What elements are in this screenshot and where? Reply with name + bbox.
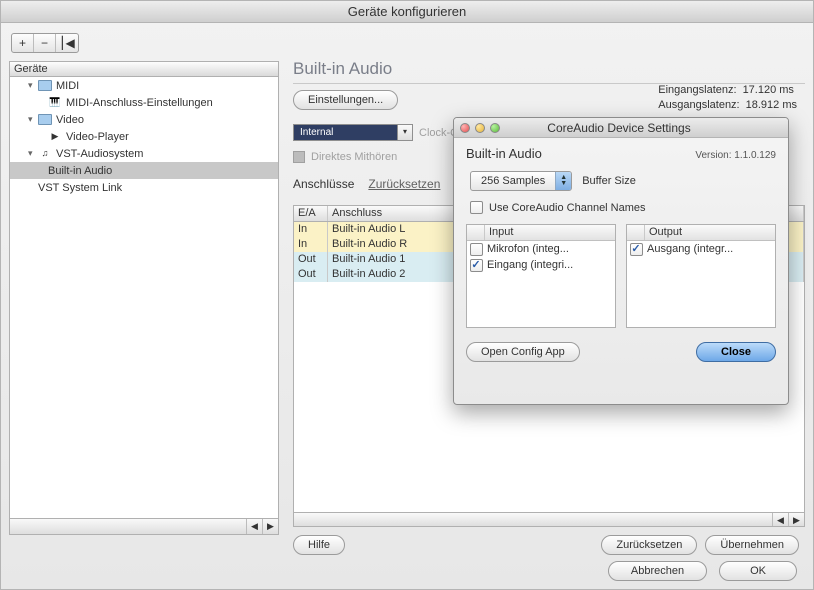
dialog-subtitle: Built-in Audio: [466, 146, 542, 161]
output-latency-label: Ausgangslatenz:: [658, 98, 739, 113]
input-item[interactable]: Eingang (integri...: [467, 257, 615, 273]
output-item[interactable]: Ausgang (integr...: [627, 241, 775, 257]
sidebar-header: Geräte: [9, 61, 279, 77]
main-window: Geräte konfigurieren + − ⎮◀ Geräte ▾MIDI…: [0, 0, 814, 590]
tree-item-vst-audio[interactable]: ▾♫VST-Audiosystem: [10, 145, 278, 162]
zoom-window-icon[interactable]: [490, 123, 500, 133]
rewind-button[interactable]: ⎮◀: [56, 34, 78, 52]
col-direction[interactable]: E/A: [294, 206, 328, 221]
midi-icon: 🎹: [48, 97, 62, 108]
ok-button[interactable]: OK: [719, 561, 797, 581]
use-channel-names-checkbox[interactable]: Use CoreAudio Channel Names: [470, 201, 776, 214]
settings-button[interactable]: Einstellungen...: [293, 90, 398, 110]
audio-icon: ♫: [38, 148, 52, 159]
apply-button[interactable]: Übernehmen: [705, 535, 799, 555]
dialog-title: CoreAudio Device Settings: [500, 121, 738, 135]
output-list[interactable]: Output Ausgang (integr...: [626, 224, 776, 328]
scroll-right-button[interactable]: ▶: [262, 519, 278, 534]
output-latency-value: 18.912 ms: [746, 98, 797, 113]
stepper-icon[interactable]: ▲▼: [555, 172, 571, 190]
tree-item-midi-settings[interactable]: 🎹MIDI-Anschluss-Einstellungen: [10, 94, 278, 111]
clock-source-combo[interactable]: Internal ▾: [293, 124, 413, 141]
tree-item-vst-link[interactable]: VST System Link: [10, 179, 278, 196]
buffer-size-label: Buffer Size: [582, 175, 636, 187]
folder-icon: [38, 114, 52, 125]
tree-item-built-in-audio[interactable]: Built-in Audio: [10, 162, 278, 179]
scroll-right-button[interactable]: ▶: [788, 513, 804, 526]
ports-reset-link[interactable]: Zurücksetzen: [368, 177, 440, 191]
tree-item-video[interactable]: ▾Video: [10, 111, 278, 128]
close-button[interactable]: Close: [696, 342, 776, 362]
direct-monitor-checkbox[interactable]: [293, 151, 305, 163]
coreaudio-dialog: CoreAudio Device Settings Built-in Audio…: [453, 117, 789, 405]
tree-item-midi[interactable]: ▾MIDI: [10, 77, 278, 94]
device-tree[interactable]: ▾MIDI 🎹MIDI-Anschluss-Einstellungen ▾Vid…: [9, 77, 279, 519]
input-latency-value: 17.120 ms: [743, 83, 794, 98]
window-title: Geräte konfigurieren: [1, 1, 813, 23]
toolbar: + − ⎮◀: [11, 31, 803, 55]
panel-title: Built-in Audio: [293, 59, 805, 79]
tree-footer: [10, 519, 246, 534]
input-item[interactable]: Mikrofon (integ...: [467, 241, 615, 257]
folder-icon: [38, 80, 52, 91]
minimize-window-icon[interactable]: [475, 123, 485, 133]
ports-label: Anschlüsse: [293, 177, 354, 191]
remove-button[interactable]: −: [34, 34, 56, 52]
player-icon: ▶: [48, 131, 62, 142]
chevron-down-icon[interactable]: ▾: [397, 124, 413, 141]
reset-button[interactable]: Zurücksetzen: [601, 535, 697, 555]
cancel-button[interactable]: Abbrechen: [608, 561, 707, 581]
scroll-left-button[interactable]: ◀: [772, 513, 788, 526]
open-config-button[interactable]: Open Config App: [466, 342, 580, 362]
input-list[interactable]: Input Mikrofon (integ... Eingang (integr…: [466, 224, 616, 328]
tree-item-video-player[interactable]: ▶Video-Player: [10, 128, 278, 145]
scroll-left-button[interactable]: ◀: [246, 519, 262, 534]
direct-monitor-label: Direktes Mithören: [311, 151, 397, 163]
dialog-version: Version: 1.1.0.129: [695, 150, 776, 161]
input-latency-label: Eingangslatenz:: [658, 83, 736, 98]
add-button[interactable]: +: [12, 34, 34, 52]
close-window-icon[interactable]: [460, 123, 470, 133]
help-button[interactable]: Hilfe: [293, 535, 345, 555]
buffer-size-combo[interactable]: 256 Samples ▲▼: [470, 171, 572, 191]
